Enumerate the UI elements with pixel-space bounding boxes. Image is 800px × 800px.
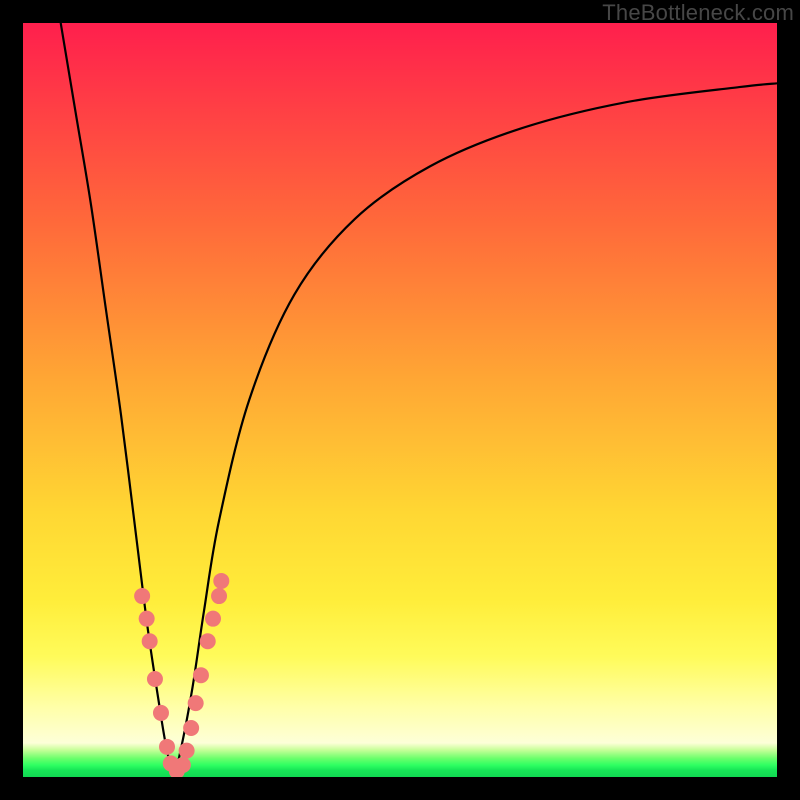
data-marker: [179, 743, 195, 759]
bottleneck-curve: [61, 23, 777, 773]
data-marker: [193, 667, 209, 683]
data-marker: [183, 720, 199, 736]
data-marker: [139, 611, 155, 627]
plot-area: [23, 23, 777, 777]
attribution-label: TheBottleneck.com: [602, 0, 794, 26]
chart-frame: TheBottleneck.com: [0, 0, 800, 800]
data-marker: [153, 705, 169, 721]
data-marker: [159, 739, 175, 755]
data-marker: [147, 671, 163, 687]
data-marker: [211, 588, 227, 604]
data-marker: [205, 611, 221, 627]
data-marker: [188, 695, 204, 711]
data-marker: [213, 573, 229, 589]
data-marker: [200, 633, 216, 649]
data-marker: [134, 588, 150, 604]
data-marker: [142, 633, 158, 649]
data-marker: [175, 757, 191, 773]
data-markers: [134, 573, 229, 777]
chart-svg: [23, 23, 777, 777]
